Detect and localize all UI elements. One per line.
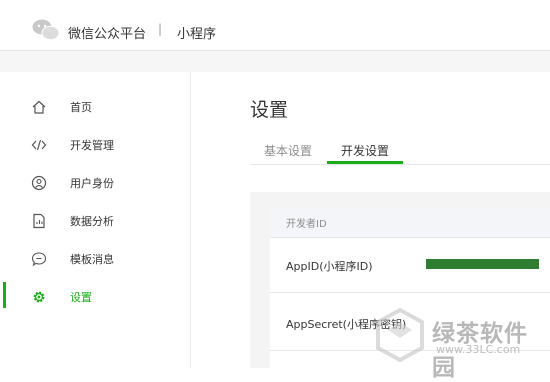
page-title: 设置: [250, 99, 289, 121]
active-indicator: [3, 282, 6, 308]
tab-dev-settings[interactable]: 开发设置: [341, 142, 389, 159]
tab-active-underline: [327, 161, 403, 164]
sidebar-item-label: 首页: [70, 101, 92, 114]
gear-icon: [33, 291, 45, 303]
watermark-logo-icon: [376, 308, 424, 362]
sidebar-item-label: 用户身份: [70, 177, 114, 190]
message-icon: [31, 252, 47, 267]
sidebar-item-label: 开发管理: [70, 139, 114, 152]
sidebar-item-template-message[interactable]: 模板消息: [0, 244, 190, 274]
top-bar: 微信公众平台 | 小程序: [0, 0, 550, 51]
appid-value-redacted: [426, 259, 539, 269]
sidebar-item-label: 设置: [70, 291, 92, 304]
watermark-url: www.33LC.com: [436, 343, 521, 356]
home-icon: [32, 100, 46, 114]
appid-label: AppID(小程序ID): [286, 260, 373, 273]
product-title: 小程序: [177, 27, 217, 42]
header-separator: |: [158, 22, 163, 36]
user-icon: [31, 175, 47, 191]
developer-card-header: 开发者ID: [270, 207, 550, 238]
row-divider: [270, 292, 550, 293]
sidebar-item-settings[interactable]: 设置: [0, 282, 190, 312]
sidebar-item-home[interactable]: 首页: [0, 92, 190, 122]
sidebar-item-user-identity[interactable]: 用户身份: [0, 168, 190, 198]
sidebar: 首页 开发管理 用户身份 数据分析 模板消息 设置: [0, 72, 191, 368]
wechat-logo-icon: [32, 19, 60, 41]
brand-title[interactable]: 微信公众平台: [68, 23, 146, 42]
tab-bar: 基本设置 开发设置: [250, 130, 550, 165]
sidebar-item-label: 模板消息: [70, 253, 114, 266]
sidebar-item-data-analysis[interactable]: 数据分析: [0, 206, 190, 236]
sidebar-item-label: 数据分析: [70, 215, 114, 228]
sidebar-item-dev-management[interactable]: 开发管理: [0, 130, 190, 160]
developer-card-title: 开发者ID: [286, 219, 327, 230]
document-chart-icon: [33, 213, 45, 229]
tab-basic-settings[interactable]: 基本设置: [264, 142, 312, 159]
code-icon: [31, 139, 47, 151]
